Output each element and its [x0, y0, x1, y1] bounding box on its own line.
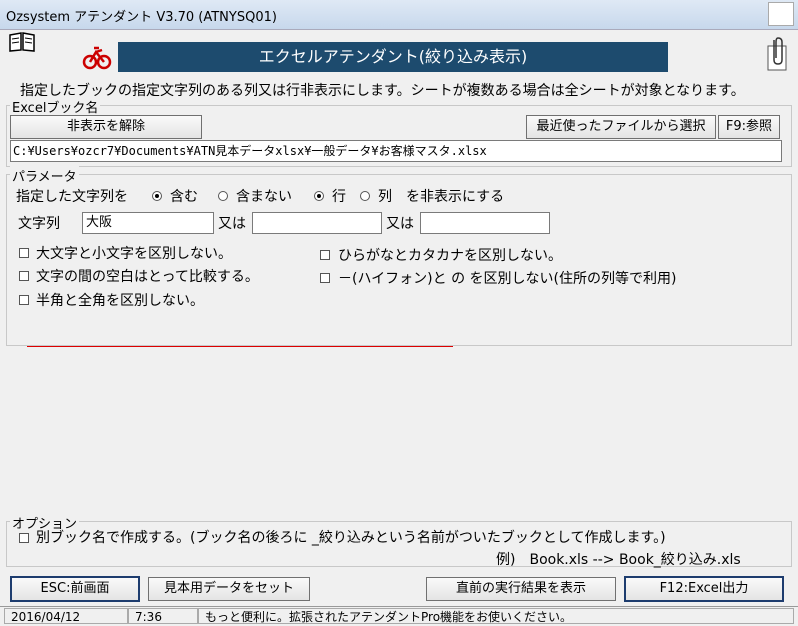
last-result-button[interactable]: 直前の実行結果を表示: [426, 577, 616, 601]
string-input-3[interactable]: [420, 212, 550, 234]
window-title: Ozsystem アテンダント V3.70 (ATNYSQ01): [6, 10, 277, 25]
kana-insensitive-checkbox[interactable]: [320, 250, 330, 260]
status-date: 2016/04/12: [4, 608, 128, 624]
exclude-label[interactable]: 含まない: [236, 186, 292, 206]
specified-string-label: 指定した文字列を: [16, 189, 128, 205]
ignore-spaces-checkbox[interactable]: [19, 271, 29, 281]
exclude-radio[interactable]: [218, 191, 228, 201]
status-bar: 2016/04/12 7:36 もっと便利に。拡張されたアテンダントPro機能を…: [0, 606, 798, 626]
string-input-2[interactable]: [252, 212, 382, 234]
sample-data-button[interactable]: 見本用データをセット: [148, 577, 310, 601]
separate-book-checkbox[interactable]: [19, 533, 29, 543]
description-text: 指定したブックの指定文字列のある列又は行非表示にします。シートが複数ある場合は全…: [20, 83, 745, 99]
or-label-2: 又は: [386, 216, 414, 232]
string-input-1[interactable]: 大阪: [82, 212, 214, 234]
row-label[interactable]: 行: [332, 186, 346, 206]
include-label[interactable]: 含む: [170, 186, 198, 206]
status-time: 7:36: [128, 608, 198, 624]
excel-path-field[interactable]: C:¥Users¥ozcr7¥Documents¥ATN見本データxlsx¥一般…: [10, 140, 782, 162]
browse-button[interactable]: F9:参照: [718, 115, 780, 139]
excel-output-button[interactable]: F12:Excel出力: [624, 576, 784, 602]
unhide-button[interactable]: 非表示を解除: [10, 115, 202, 139]
paperclip-icon[interactable]: [766, 36, 790, 72]
title-bar: Ozsystem アテンダント V3.70 (ATNYSQ01): [0, 0, 798, 30]
width-insensitive-label[interactable]: 半角と全角を区別しない。: [36, 290, 204, 310]
or-label-1: 又は: [218, 216, 246, 232]
column-label[interactable]: 列: [378, 186, 392, 206]
example-text: 例) Book.xls --> Book_絞り込み.xls: [496, 552, 741, 568]
recent-files-button[interactable]: 最近使ったファイルから選択: [526, 115, 716, 139]
width-insensitive-checkbox[interactable]: [19, 295, 29, 305]
separate-book-label[interactable]: 別ブック名で作成する。(ブック名の後ろに _絞り込みという名前がついたブックとし…: [36, 527, 666, 547]
string-label: 文字列: [18, 216, 60, 232]
close-button[interactable]: [768, 2, 794, 26]
bicycle-icon: [82, 46, 112, 70]
hide-suffix-label: を非表示にする: [406, 189, 505, 205]
esc-back-button[interactable]: ESC:前画面: [10, 576, 140, 602]
kana-insensitive-label[interactable]: ひらがなとカタカナを区別しない。: [338, 245, 562, 265]
hyphen-insensitive-checkbox[interactable]: [320, 273, 330, 283]
status-message: もっと便利に。拡張されたアテンダントPro機能をお使いください。: [198, 608, 794, 624]
ignore-spaces-label[interactable]: 文字の間の空白はとって比較する。: [36, 266, 259, 286]
hyphen-insensitive-label[interactable]: －(ハイフォン)と の を区別しない(住所の列等で利用): [338, 268, 676, 288]
column-radio[interactable]: [360, 191, 370, 201]
red-divider: [27, 346, 453, 347]
case-insensitive-checkbox[interactable]: [19, 248, 29, 258]
row-radio[interactable]: [314, 191, 324, 201]
book-icon[interactable]: [8, 31, 36, 53]
parameters-group-label: パラメータ: [10, 166, 79, 185]
excel-book-group-label: Excelブック名: [10, 97, 101, 116]
banner-title: エクセルアテンダント(絞り込み表示): [118, 42, 668, 72]
case-insensitive-label[interactable]: 大文字と小文字を区別しない。: [36, 243, 232, 263]
include-radio[interactable]: [152, 191, 162, 201]
